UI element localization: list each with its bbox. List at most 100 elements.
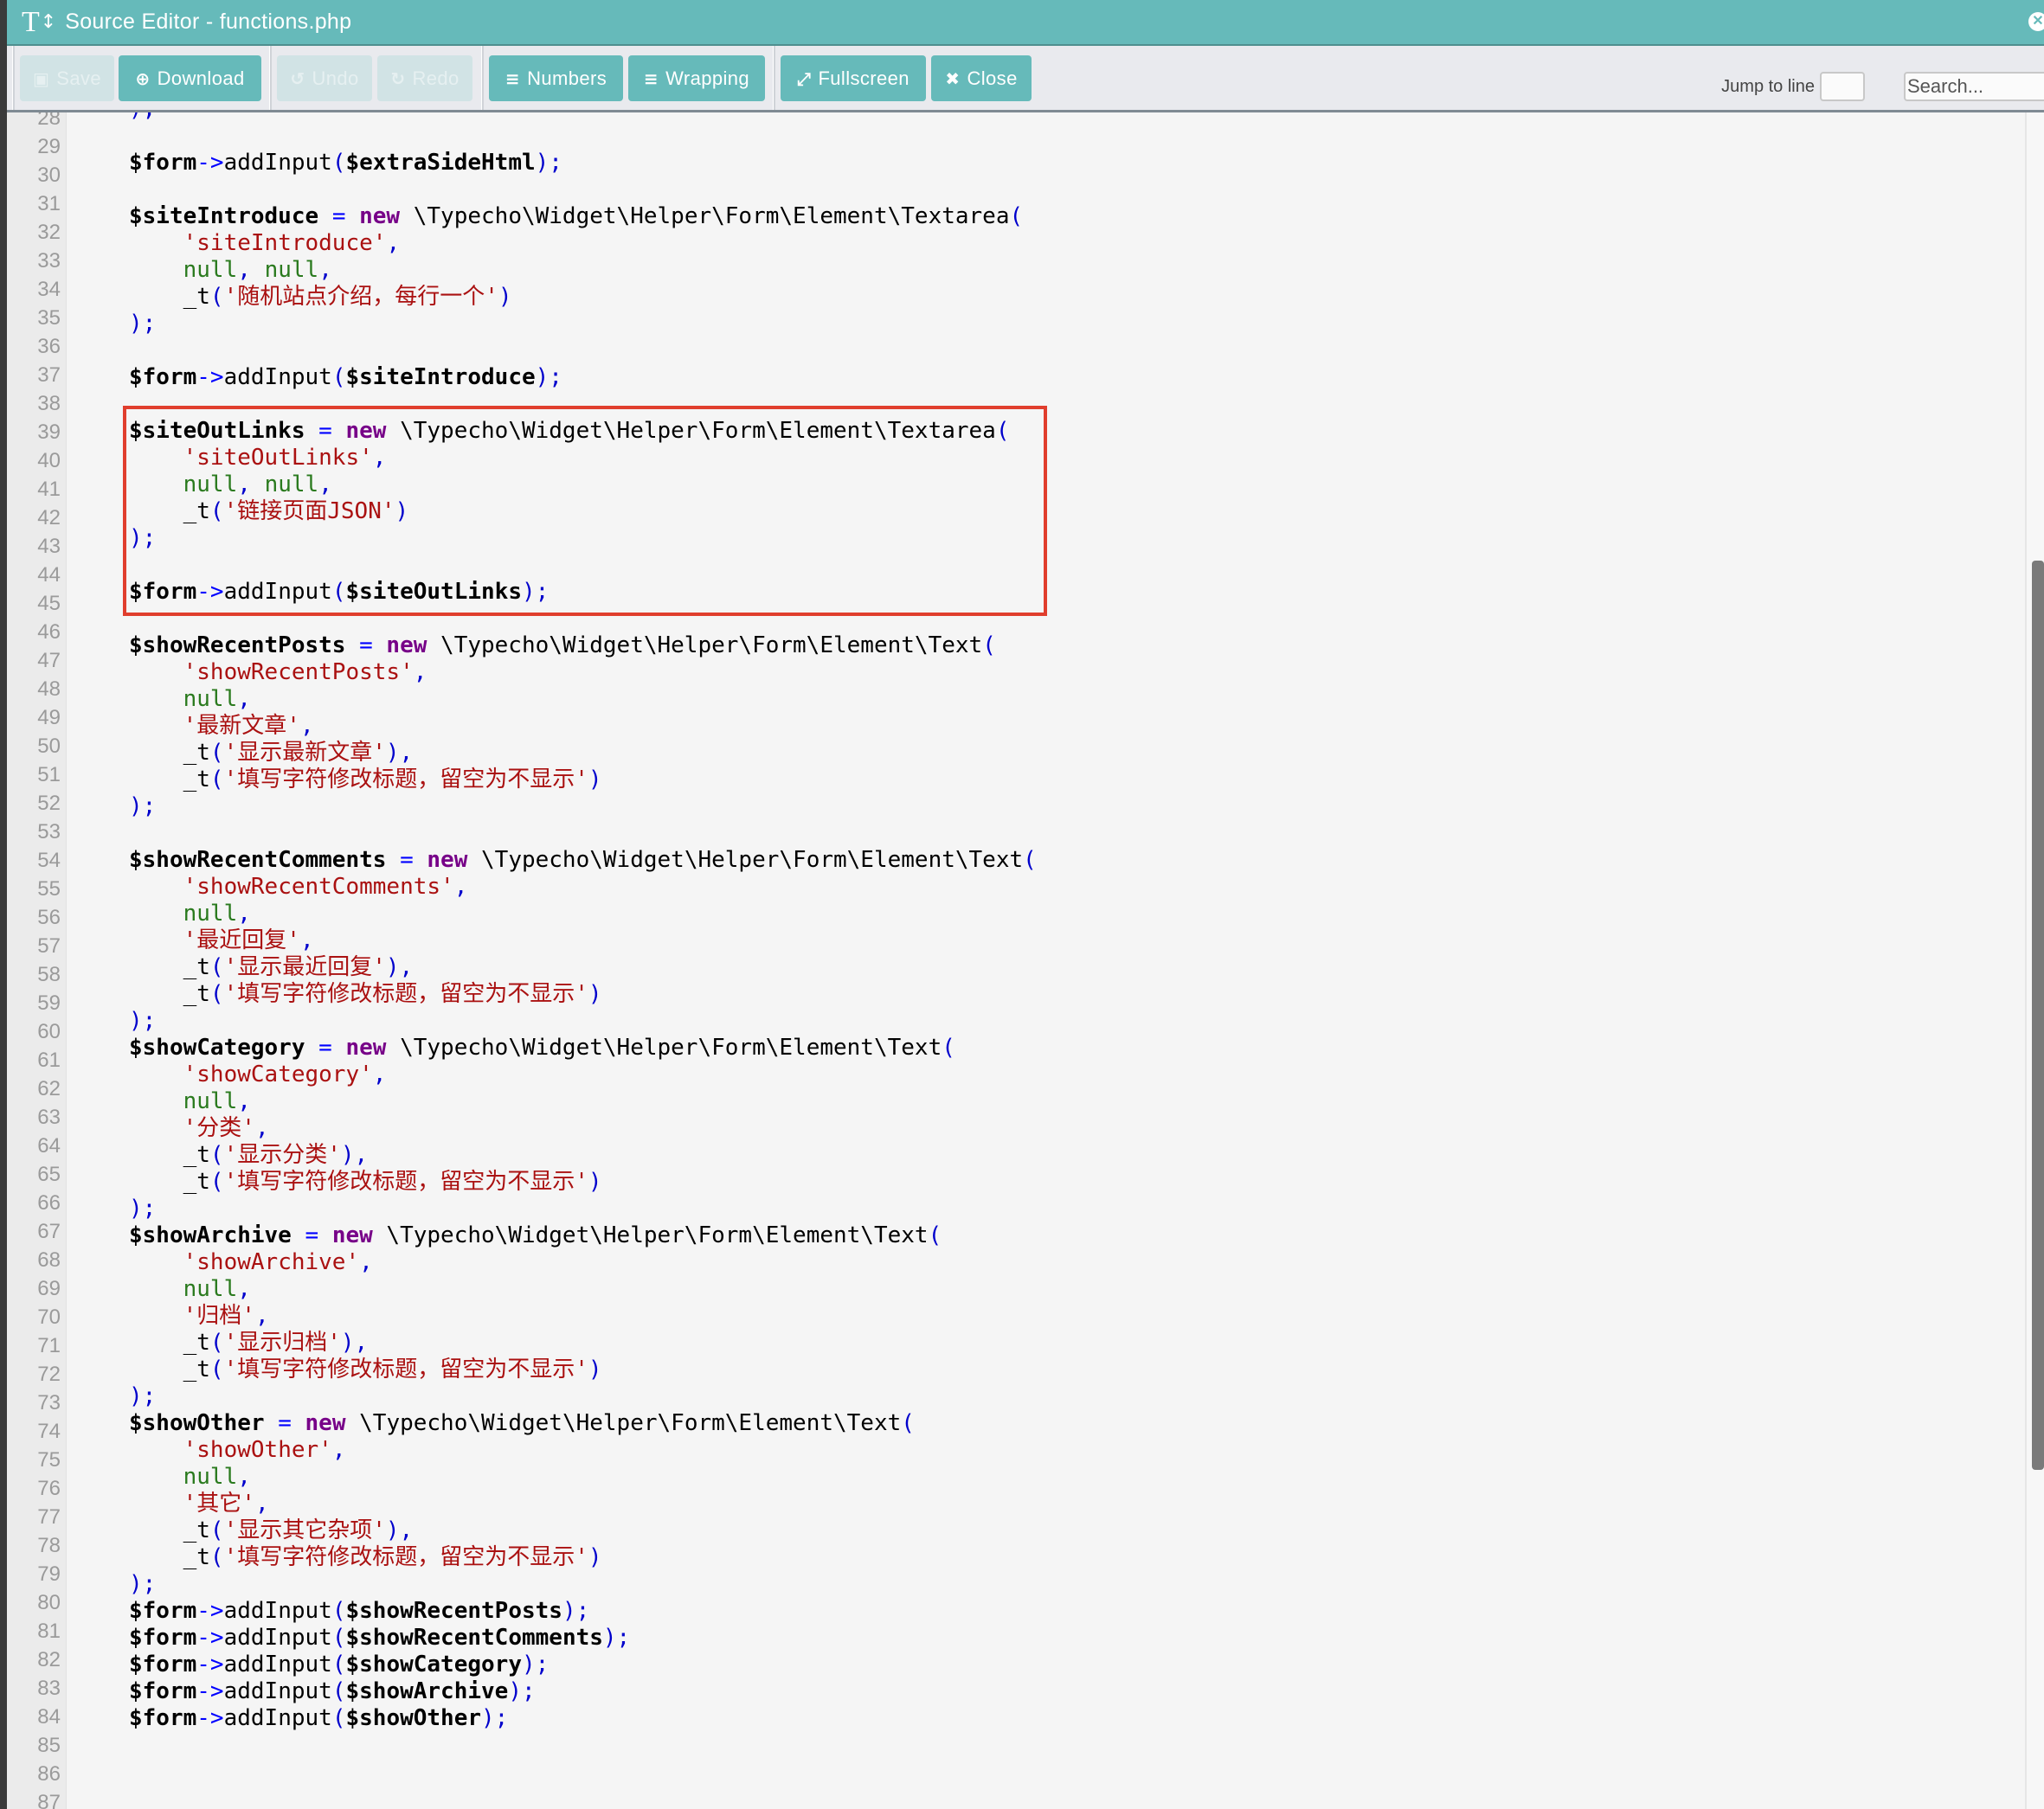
toolbar-separator <box>773 46 775 110</box>
code-token: = <box>331 203 346 229</box>
numbers-button[interactable]: ≡ Numbers <box>489 55 623 101</box>
undo-label: Undo <box>312 67 359 89</box>
code-token: ) <box>588 981 602 1007</box>
save-button[interactable]: ▣ Save <box>20 55 114 101</box>
code-token: ( <box>209 1517 224 1543</box>
line-number: 34 <box>37 278 61 301</box>
code-token: _t <box>129 1330 210 1356</box>
code-token: addInput <box>223 1678 332 1704</box>
line-number: 80 <box>37 1591 61 1614</box>
line-number: 64 <box>37 1134 61 1158</box>
code-line: ); <box>129 112 156 124</box>
code-token: $showRecentComments <box>345 1625 603 1651</box>
code-token: ( <box>942 1035 955 1061</box>
code-token: ( <box>1023 847 1037 873</box>
code-token: $siteOutLinks <box>129 418 305 444</box>
code-token: addInput <box>223 150 332 176</box>
line-number: 43 <box>37 535 61 558</box>
fullscreen-button[interactable]: ⤢ Fullscreen <box>781 55 926 101</box>
code-editor[interactable]: 28 29 30 31 32 33 34 35 36 37 38 39 40 41 42 43 44 45 46 47… <box>7 112 2025 1809</box>
code-token: ( <box>331 1625 346 1651</box>
window-title: Source Editor - functions.php <box>65 10 352 34</box>
code-token: addInput <box>223 1625 332 1651</box>
code-token: \Typecho\Widget\Helper\Form\Element\Text… <box>386 418 996 444</box>
code-token: -> <box>196 1598 224 1624</box>
code-token: ( <box>209 740 224 766</box>
close-circle-icon: ✖ <box>945 67 961 89</box>
vertical-scrollbar[interactable] <box>2025 112 2044 1809</box>
code-line: $showRecentPosts = new \Typecho\Widget\H… <box>129 632 996 660</box>
code-line: 'showOther', <box>129 1436 346 1465</box>
code-token: $showCategory <box>345 1652 522 1677</box>
code-token: $form <box>129 579 197 605</box>
line-number: 50 <box>37 735 61 758</box>
close-circle-icon[interactable]: ✕ <box>2028 12 2044 31</box>
code-area[interactable]: ); $form->addInput($extraSideHtml); $siteI… <box>129 112 2025 1809</box>
code-token: '归档' <box>183 1303 255 1329</box>
line-number: 75 <box>37 1448 61 1472</box>
code-token: _t <box>129 767 210 792</box>
code-token: '分类' <box>183 1115 255 1141</box>
code-line: '最新文章', <box>129 712 314 741</box>
jump-to-line-input[interactable] <box>1820 72 1865 101</box>
code-token: $showCategory <box>129 1035 305 1061</box>
scrollbar-thumb[interactable] <box>2032 561 2044 1471</box>
code-token: $siteIntroduce <box>345 364 536 390</box>
code-line: $siteIntroduce = new \Typecho\Widget\Hel… <box>129 202 1023 231</box>
code-token: , <box>237 1088 251 1114</box>
code-token: '填写字符修改标题，留空为不显示' <box>223 981 588 1007</box>
code-token: , <box>386 230 401 256</box>
code-token: '链接页面JSON' <box>223 498 395 524</box>
search-input[interactable] <box>1904 72 2044 101</box>
code-token: ); <box>508 1678 536 1704</box>
code-line: $form->addInput($extraSideHtml); <box>129 149 562 177</box>
code-token: ( <box>1009 203 1024 229</box>
code-token: $showRecentPosts <box>129 632 346 658</box>
code-token: ), <box>385 740 414 766</box>
code-token: ); <box>129 311 157 337</box>
line-number: 48 <box>37 677 61 701</box>
code-token: ); <box>129 1196 157 1222</box>
code-token: ), <box>340 1330 369 1356</box>
close-button[interactable]: ✖ Close <box>931 55 1032 101</box>
line-number: 55 <box>37 877 61 901</box>
code-token: ( <box>995 418 1010 444</box>
code-token: ( <box>209 1544 224 1570</box>
undo-button[interactable]: ↺ Undo <box>277 55 372 101</box>
code-token: ) <box>588 1544 602 1570</box>
code-line: 'siteIntroduce', <box>129 229 400 258</box>
code-token: ( <box>209 284 224 310</box>
redo-icon: ↻ <box>390 67 406 89</box>
code-token: ), <box>340 1142 369 1168</box>
code-token: ( <box>928 1222 942 1248</box>
code-token: ) <box>588 1169 602 1195</box>
code-token: $siteOutLinks <box>345 579 522 605</box>
code-token: _t <box>129 740 210 766</box>
download-button[interactable]: ⊕ Download <box>119 55 261 101</box>
code-line: $showRecentComments = new \Typecho\Widge… <box>129 846 1037 875</box>
code-token: ); <box>602 1625 631 1651</box>
code-line: 'showCategory', <box>129 1061 387 1089</box>
code-token: ( <box>209 981 224 1007</box>
code-line: ); <box>129 1195 156 1223</box>
line-number: 59 <box>37 991 61 1015</box>
code-token: 'siteIntroduce' <box>183 230 387 256</box>
redo-button[interactable]: ↻ Redo <box>377 55 472 101</box>
code-line: $form->addInput($showOther); <box>129 1704 508 1733</box>
line-number: 31 <box>37 192 61 215</box>
code-token: $form <box>129 150 197 176</box>
wrapping-button[interactable]: ≡ Wrapping <box>628 55 765 101</box>
line-number: 81 <box>37 1620 61 1643</box>
code-token: ( <box>331 1678 346 1704</box>
